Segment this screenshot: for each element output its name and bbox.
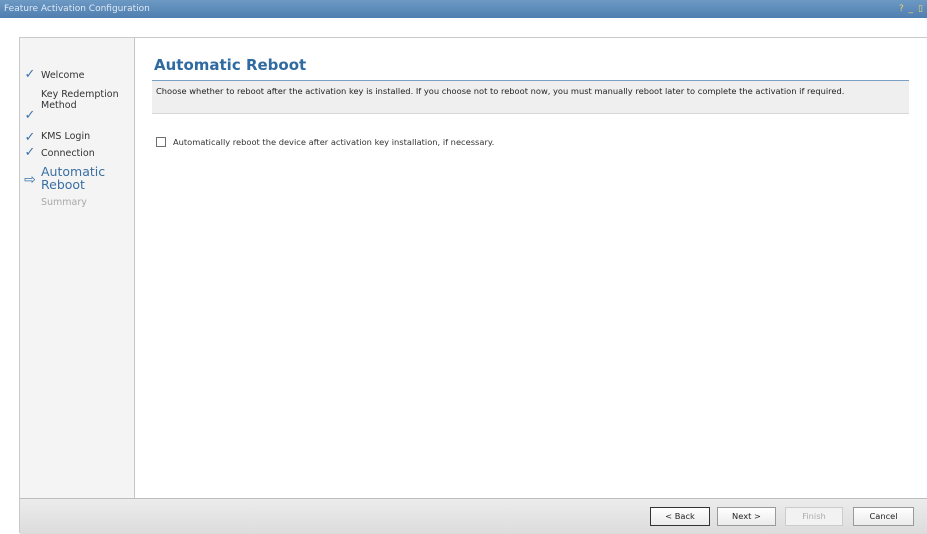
- check-icon: ✓: [24, 130, 36, 145]
- nav-step-label: Automatic Reboot: [41, 164, 106, 192]
- check-icon: ✓: [24, 108, 36, 123]
- window-titlebar: Feature Activation Configuration ? _ ▯: [0, 0, 927, 18]
- check-icon: ✓: [24, 145, 36, 160]
- cancel-button[interactable]: Cancel: [853, 507, 914, 526]
- nav-step-label: Welcome: [41, 70, 85, 81]
- wizard-step-nav: ✓ Welcome ✓ Key Redemption Method ✓ KMS …: [20, 38, 135, 498]
- arrow-right-icon: ⇨: [24, 172, 36, 188]
- auto-reboot-label[interactable]: Automatically reboot the device after ac…: [173, 137, 494, 147]
- back-button[interactable]: < Back: [650, 507, 710, 526]
- wizard-content: Automatic Reboot Choose whether to reboo…: [136, 38, 927, 498]
- auto-reboot-option[interactable]: Automatically reboot the device after ac…: [156, 135, 494, 148]
- wizard-footer: < Back Next > Finish Cancel: [20, 498, 927, 534]
- nav-step-label: Connection: [41, 148, 95, 159]
- nav-step-label: Summary: [41, 197, 87, 208]
- window-title: Feature Activation Configuration: [4, 4, 150, 14]
- window-controls[interactable]: ? _ ▯: [899, 0, 924, 18]
- page-description: Choose whether to reboot after the activ…: [156, 86, 845, 96]
- wizard-frame: ✓ Welcome ✓ Key Redemption Method ✓ KMS …: [19, 37, 927, 534]
- finish-button: Finish: [785, 507, 843, 526]
- description-band: Choose whether to reboot after the activ…: [152, 81, 909, 114]
- check-icon: ✓: [24, 67, 36, 82]
- nav-step-label: KMS Login: [41, 131, 91, 142]
- nav-step-label: Key Redemption Method: [41, 89, 119, 111]
- page-title: Automatic Reboot: [154, 56, 307, 74]
- auto-reboot-checkbox[interactable]: [156, 136, 166, 147]
- next-button[interactable]: Next >: [717, 507, 776, 526]
